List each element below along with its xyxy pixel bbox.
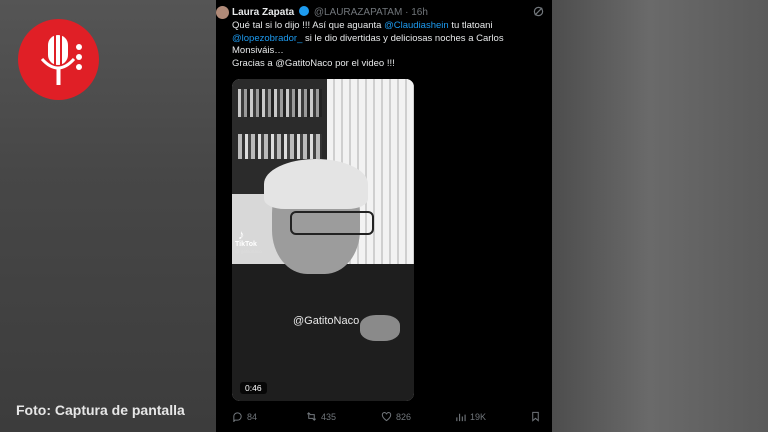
grok-icon[interactable] [533,6,544,17]
verified-icon [299,6,310,16]
video-frame-hand [360,315,400,341]
tweet-text: Qué tal si lo dijo !!! Así que aguanta @… [232,20,532,70]
bookmark-icon [532,411,539,422]
mention-link[interactable]: @Claudiashein [384,20,449,31]
video-frame-glasses [290,211,374,235]
views-button[interactable]: 19K [455,411,486,422]
video-watermark: @GatitoNaco [293,315,360,327]
author-handle[interactable]: @LAURAZAPATAM [314,7,403,18]
news-logo [18,19,99,100]
like-count: 826 [396,411,412,422]
video-duration: 0:46 [240,382,267,394]
microphone-icon [40,35,82,85]
author-name[interactable]: Laura Zapata [232,7,294,18]
separator: · [405,7,409,18]
video-player[interactable]: ♪ TikTok @ gatitonaco @GatitoNaco 0:46 [232,79,414,401]
reply-count: 84 [247,411,258,422]
tiktok-icon: ♪ [238,227,245,242]
reply-icon [233,412,242,422]
bookmark-button[interactable] [530,411,541,422]
tiktok-label: TikTok [235,241,257,248]
like-button[interactable]: 826 [381,411,411,422]
text-segment: tu tlatoani [448,20,493,31]
video-frame-hair [264,159,368,209]
video-frame-books [238,134,322,159]
tweet-actions: 84 435 826 19K [216,408,552,426]
tiktok-handle: @ gatitonaco [235,249,262,254]
background-right-blur [552,0,768,432]
reply-button[interactable]: 84 [232,411,257,422]
views-icon [456,413,466,422]
heart-icon [381,412,392,422]
mention-link[interactable]: @lopezobrador_ [232,33,302,44]
photo-caption: Foto: Captura de pantalla [16,402,185,418]
view-count: 19K [470,411,487,422]
text-segment: Qué tal si lo dijo !!! Así que aguanta [232,20,385,31]
repost-icon [307,412,316,421]
tweet-card[interactable]: Laura Zapata @LAURAZAPATAM · 16h Qué tal… [216,0,552,432]
repost-count: 435 [321,411,337,422]
tweet-header: Laura Zapata @LAURAZAPATAM · 16h [232,6,428,18]
text-segment: Gracias a @GatitoNaco por el video !!! [232,57,395,69]
timestamp[interactable]: 16h [411,7,428,18]
video-frame-books [238,89,322,117]
avatar[interactable] [216,6,229,19]
repost-button[interactable]: 435 [306,411,336,422]
